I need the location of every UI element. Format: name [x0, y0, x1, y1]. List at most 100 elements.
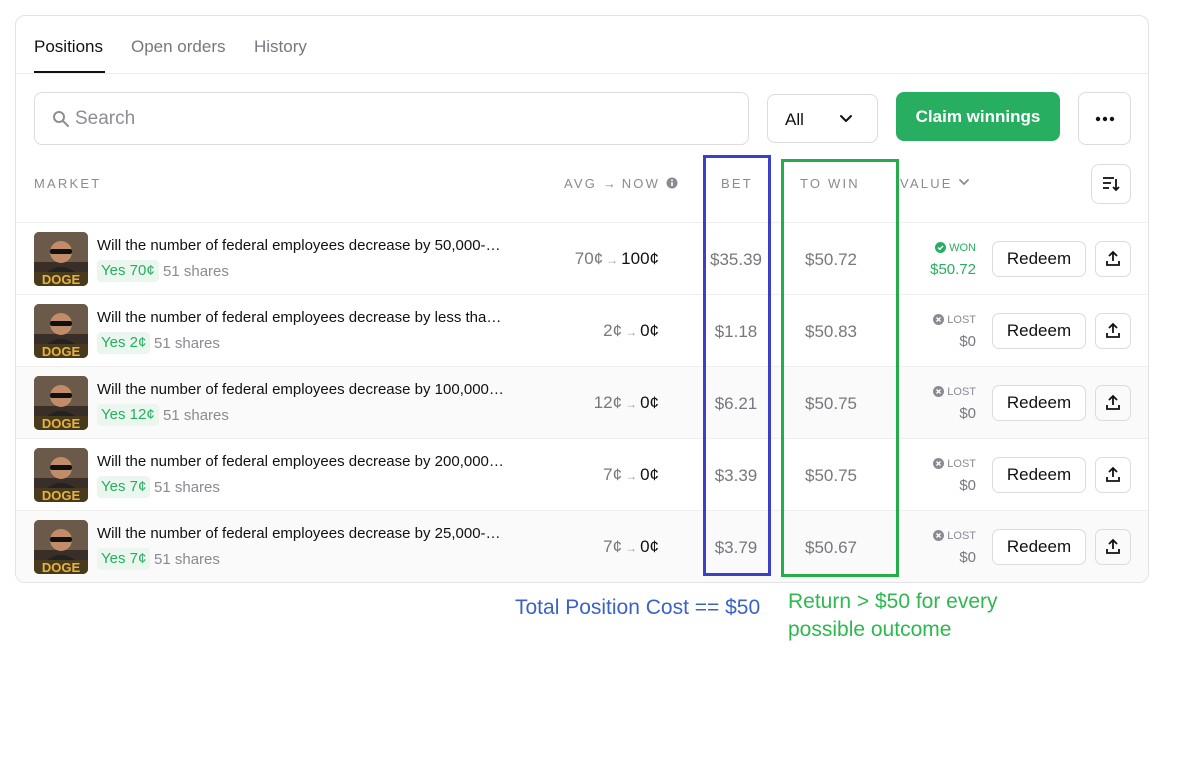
info-icon[interactable]: [666, 177, 678, 189]
market-question[interactable]: Will the number of federal employees dec…: [97, 525, 537, 542]
now-label: NOW: [621, 176, 661, 191]
share-icon: [1106, 395, 1120, 410]
table-row[interactable]: DOGE Will the number of federal employee…: [16, 294, 1148, 366]
svg-text:DOGE: DOGE: [42, 416, 81, 430]
share-button[interactable]: [1095, 457, 1131, 493]
column-header-market: MARKET: [34, 176, 102, 191]
share-icon: [1106, 323, 1120, 338]
tab-bar: Positions Open orders History: [16, 16, 1148, 74]
share-icon: [1106, 539, 1120, 554]
arrow-right-icon: →: [606, 253, 619, 267]
column-header-avg-now[interactable]: AVG → NOW: [564, 176, 678, 191]
sort-icon: [1103, 177, 1120, 192]
avg-price: 7¢: [603, 465, 623, 484]
avg-now-price: 7¢ → 0¢: [536, 465, 659, 485]
status-text: WON: [949, 242, 976, 254]
market-question[interactable]: Will the number of federal employees dec…: [97, 237, 537, 254]
table-row[interactable]: DOGE Will the number of federal employee…: [16, 222, 1148, 294]
current-price: 100¢: [621, 249, 659, 268]
value-label: VALUE: [900, 176, 953, 191]
market-question[interactable]: Will the number of federal employees dec…: [97, 453, 537, 470]
total-cost-annotation: Total Position Cost == $50: [515, 596, 761, 619]
shares-count: 51 shares: [163, 263, 229, 280]
redeem-button[interactable]: Redeem: [992, 313, 1086, 349]
sort-button[interactable]: [1091, 164, 1131, 204]
market-thumbnail: DOGE: [34, 520, 88, 574]
avg-price: 12¢: [593, 393, 623, 412]
arrow-right-icon: →: [625, 325, 638, 339]
shares-count: 51 shares: [154, 479, 220, 496]
svg-text:DOGE: DOGE: [42, 488, 81, 502]
share-button[interactable]: [1095, 313, 1131, 349]
shares-count: 51 shares: [154, 335, 220, 352]
to-win-column-highlight: [781, 159, 899, 577]
status-text: LOST: [947, 530, 976, 542]
redeem-button[interactable]: Redeem: [992, 385, 1086, 421]
current-price: 0¢: [640, 393, 659, 412]
table-row[interactable]: DOGE Will the number of federal employee…: [16, 438, 1148, 510]
avg-price: 2¢: [603, 321, 623, 340]
avg-now-price: 7¢ → 0¢: [536, 537, 659, 557]
arrow-right-icon: →: [602, 176, 616, 191]
share-button[interactable]: [1095, 385, 1131, 421]
active-tab-indicator: [34, 71, 105, 73]
position-value: $0: [959, 405, 976, 422]
tab-positions[interactable]: Positions: [34, 37, 103, 57]
share-icon: [1106, 251, 1120, 266]
position-value: $50.72: [930, 261, 976, 278]
market-thumbnail: DOGE: [34, 376, 88, 430]
arrow-right-icon: →: [625, 397, 638, 411]
current-price: 0¢: [640, 321, 659, 340]
search-icon: [53, 111, 69, 127]
share-button[interactable]: [1095, 241, 1131, 277]
status-badge: LOST: [928, 314, 976, 326]
position-value: $0: [959, 333, 976, 350]
avg-now-price: 12¢ → 0¢: [536, 393, 659, 413]
status-text: LOST: [947, 314, 976, 326]
status-text: LOST: [947, 386, 976, 398]
bet-column-highlight: [703, 155, 771, 576]
arrow-right-icon: →: [625, 469, 638, 483]
filter-value: All: [785, 110, 804, 129]
arrow-right-icon: →: [625, 541, 638, 555]
avg-price: 70¢: [574, 249, 604, 268]
svg-text:DOGE: DOGE: [42, 272, 81, 286]
column-header-value[interactable]: VALUE: [900, 176, 970, 191]
avg-now-price: 70¢ → 100¢: [536, 249, 659, 269]
avg-label: AVG: [564, 176, 598, 191]
check-circle-icon: [935, 242, 947, 253]
table-row[interactable]: DOGE Will the number of federal employee…: [16, 366, 1148, 438]
outcome-filter-select[interactable]: All: [767, 94, 878, 143]
claim-winnings-button[interactable]: Claim winnings: [896, 92, 1060, 141]
redeem-button[interactable]: Redeem: [992, 241, 1086, 277]
market-question[interactable]: Will the number of federal employees dec…: [97, 381, 537, 398]
return-annotation: Return > $50 for every possible outcome: [788, 590, 998, 641]
redeem-button[interactable]: Redeem: [992, 529, 1086, 565]
position-value: $0: [959, 549, 976, 566]
tab-open-orders[interactable]: Open orders: [131, 37, 226, 57]
market-thumbnail: DOGE: [34, 232, 88, 286]
x-circle-icon: [933, 458, 945, 469]
more-horizontal-icon: [1095, 116, 1114, 121]
search-input[interactable]: [75, 93, 735, 144]
x-circle-icon: [933, 530, 945, 541]
svg-text:DOGE: DOGE: [42, 560, 81, 574]
chevron-down-icon: [959, 179, 970, 186]
shares-count: 51 shares: [154, 551, 220, 568]
status-badge: WON: [928, 242, 976, 254]
tab-history[interactable]: History: [254, 37, 307, 57]
share-button[interactable]: [1095, 529, 1131, 565]
shares-count: 51 shares: [163, 407, 229, 424]
market-question[interactable]: Will the number of federal employees dec…: [97, 309, 537, 326]
search-box[interactable]: [34, 92, 749, 145]
outcome-badge: Yes 2¢: [97, 332, 151, 354]
current-price: 0¢: [640, 537, 659, 556]
redeem-button[interactable]: Redeem: [992, 457, 1086, 493]
current-price: 0¢: [640, 465, 659, 484]
outcome-badge: Yes 7¢: [97, 548, 151, 570]
market-thumbnail: DOGE: [34, 448, 88, 502]
x-circle-icon: [933, 314, 945, 325]
x-circle-icon: [933, 386, 945, 397]
table-row[interactable]: DOGE Will the number of federal employee…: [16, 510, 1148, 582]
more-options-button[interactable]: [1078, 92, 1131, 145]
